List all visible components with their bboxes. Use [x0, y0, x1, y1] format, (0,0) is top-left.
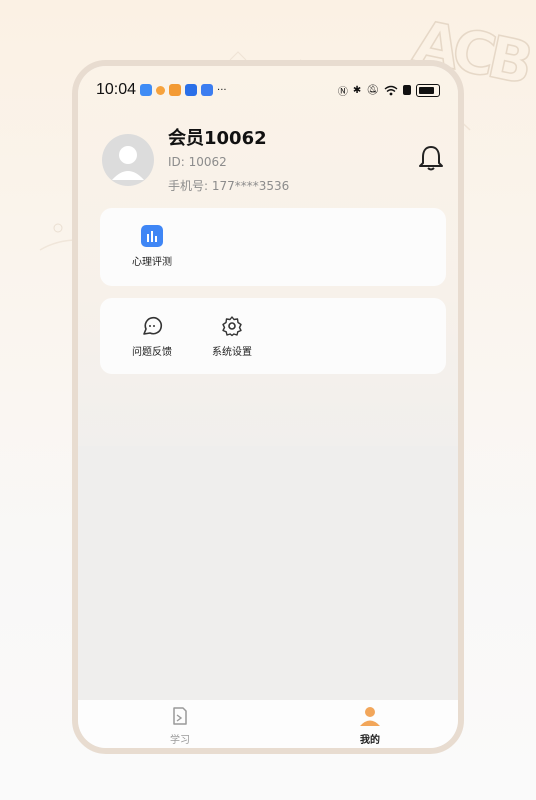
tab-study[interactable]: 学习: [150, 706, 210, 746]
default-avatar-icon: [112, 146, 144, 180]
tab-mine[interactable]: 我的: [340, 706, 400, 746]
system-settings-label: 系统设置: [212, 347, 252, 358]
settings-card: 问题反馈 系统设置: [100, 298, 446, 374]
gear-icon: [222, 316, 242, 337]
status-time: 10:04: [96, 81, 137, 98]
chart-icon: [141, 225, 163, 247]
more-notifications-icon: ···: [217, 84, 227, 96]
bluetooth-icon: ✱: [352, 84, 362, 96]
avatar[interactable]: [102, 134, 154, 186]
bottom-tab-bar: 学习 我的: [78, 700, 458, 748]
study-icon: [173, 707, 187, 725]
app-notification-icon: [201, 84, 214, 96]
app-notification-icon: [156, 85, 166, 95]
sim-alert-icon: [403, 85, 411, 95]
feedback-icon: [143, 316, 163, 335]
username: 会员10062: [168, 128, 267, 149]
app-notification-icon: [185, 84, 198, 96]
app-notification-icon: [140, 84, 153, 96]
feedback-button[interactable]: 问题反馈: [112, 314, 192, 358]
battery-icon: [416, 83, 440, 97]
status-bar: 10:04 ··· Ⓝ ✱ 🔕︎: [96, 78, 440, 102]
assessment-card: 心理评测: [100, 208, 446, 286]
phone-frame: 10:04 ··· Ⓝ ✱ 🔕︎ 会员10062 ID: 10062 手机号: …: [72, 60, 464, 754]
system-settings-button[interactable]: 系统设置: [192, 314, 272, 358]
psych-assessment-button[interactable]: 心理评测: [112, 224, 192, 268]
app-notification-icon: [169, 84, 182, 96]
profile-icon: [360, 707, 380, 726]
nfc-icon: Ⓝ: [337, 86, 348, 98]
tab-study-label: 学习: [170, 735, 190, 746]
psych-assessment-label: 心理评测: [132, 257, 172, 268]
tab-mine-label: 我的: [360, 735, 380, 746]
feedback-label: 问题反馈: [132, 347, 172, 358]
wifi-icon: [384, 85, 398, 95]
phone-number: 手机号: 177****3536: [168, 179, 290, 193]
user-id: ID: 10062: [168, 155, 227, 169]
notification-bell-icon[interactable]: [418, 144, 444, 172]
mute-icon: 🔕︎: [366, 84, 379, 96]
